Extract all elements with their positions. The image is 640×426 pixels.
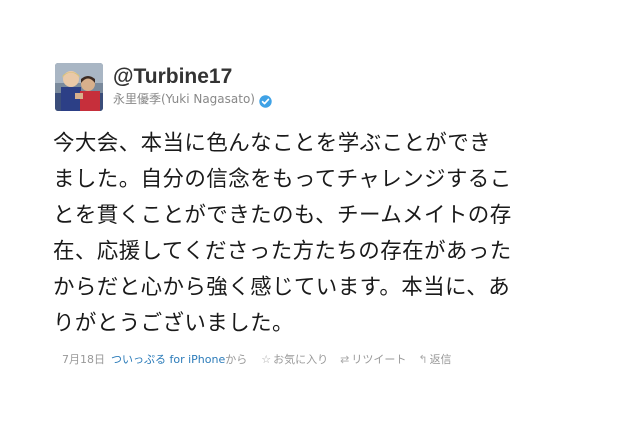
verified-badge-icon <box>259 93 272 108</box>
tweet-source-suffix: から <box>225 353 248 366</box>
reply-button[interactable]: ↰ 返信 <box>418 352 451 368</box>
tweet-line: とを貫くことができたのも、チームメイトの存 <box>53 203 512 228</box>
tweet-text: 今大会、本当に色んなことを学ぶことができ ました。自分の信念をもってチャレンジす… <box>53 126 613 342</box>
user-names: @Turbine17 永里優季(Yuki Nagasato) <box>113 63 272 108</box>
tweet-line: 今大会、本当に色んなことを学ぶことができ <box>53 131 492 156</box>
full-name[interactable]: 永里優季(Yuki Nagasato) <box>113 91 255 107</box>
reply-label: 返信 <box>429 353 452 366</box>
tweet-line: 在、応援してくださった方たちの存在があった <box>53 239 512 264</box>
tweet-line: ました。自分の信念をもってチャレンジするこ <box>53 167 512 192</box>
tweet-date-link[interactable]: 7月18日 <box>62 352 105 368</box>
tweet-line: りがとうございました。 <box>53 311 294 336</box>
reply-arrow-icon: ↰ <box>418 353 428 366</box>
tweet-header: @Turbine17 永里優季(Yuki Nagasato) <box>55 63 272 113</box>
tweet-card: @Turbine17 永里優季(Yuki Nagasato) 今大会、本当に色ん… <box>0 0 640 426</box>
full-name-row: 永里優季(Yuki Nagasato) <box>113 91 272 108</box>
favorite-label: お気に入り <box>273 353 329 366</box>
user-avatar[interactable] <box>55 63 103 111</box>
screen-name[interactable]: @Turbine17 <box>113 65 272 89</box>
retweet-label: リツイート <box>351 353 407 366</box>
tweet-line: からだと心から強く感じています。本当に、あ <box>53 275 511 300</box>
tweet-meta: 7月18日 ついっぷる for iPhone から ☆ お気に入り ⇄ リツイー… <box>62 352 452 368</box>
star-icon: ☆ <box>261 353 272 366</box>
retweet-icon: ⇄ <box>340 353 350 366</box>
favorite-button[interactable]: ☆ お気に入り <box>261 352 328 368</box>
tweet-source-link[interactable]: ついっぷる for iPhone <box>111 352 225 368</box>
retweet-button[interactable]: ⇄ リツイート <box>340 352 406 368</box>
